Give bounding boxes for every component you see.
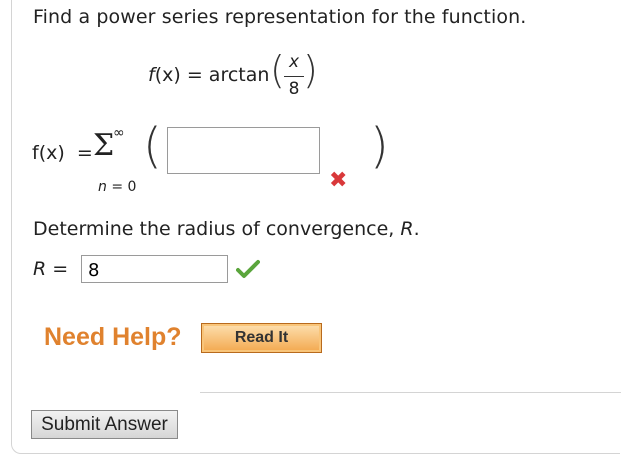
question-prompt: Find a power series representation for t…	[33, 6, 527, 28]
checkmark-icon	[236, 260, 260, 278]
radius-prompt-var: R	[400, 218, 414, 240]
series-lhs-text: f(x)	[32, 142, 65, 164]
panel-divider	[200, 392, 621, 393]
sum-upper-limit: ∞	[113, 125, 125, 141]
sum-lower-limit: n = 0	[98, 179, 136, 195]
series-left-paren: (	[143, 118, 162, 174]
fraction-denominator: 8	[288, 79, 300, 99]
radius-label-var: R	[33, 258, 47, 280]
radius-prompt: Determine the radius of convergence, R.	[33, 218, 420, 240]
series-lhs: f(x) =	[32, 142, 93, 164]
read-it-button[interactable]: Read It	[201, 323, 322, 353]
sum-index: n	[98, 179, 107, 195]
right-paren: )	[303, 48, 318, 92]
series-equals: =	[76, 142, 93, 164]
radius-label-eq: =	[46, 258, 69, 280]
function-arctan: arctan	[208, 64, 270, 86]
radius-input[interactable]	[81, 255, 228, 283]
radius-prompt-text: Determine the radius of convergence,	[33, 218, 401, 240]
function-equals: =	[186, 64, 203, 86]
function-definition: f(x) = arctan	[148, 64, 269, 86]
radius-prompt-end: .	[413, 218, 420, 240]
sum-start: = 0	[106, 179, 137, 195]
submit-answer-button[interactable]: Submit Answer	[31, 410, 178, 439]
x-mark-icon: ✖	[329, 168, 348, 193]
need-help-label: Need Help?	[44, 323, 182, 351]
function-var: (x)	[154, 64, 181, 86]
fraction-numerator: x	[288, 52, 300, 72]
radius-label: R =	[33, 258, 68, 280]
fraction-bar	[284, 76, 304, 77]
sigma-icon: Σ	[93, 128, 115, 163]
left-paren: (	[270, 48, 285, 92]
function-name: f	[148, 64, 155, 86]
series-right-paren: )	[370, 118, 389, 174]
series-answer-input[interactable]	[167, 127, 320, 174]
